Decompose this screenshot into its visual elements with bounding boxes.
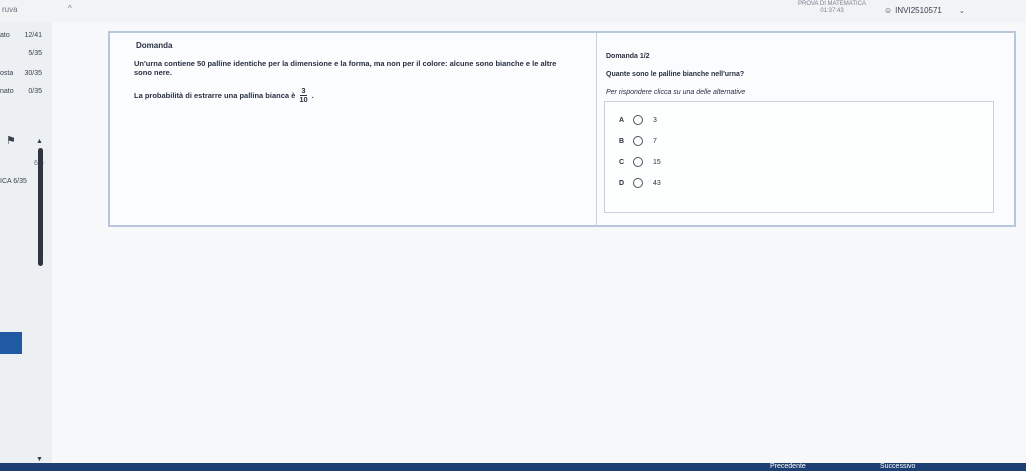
question-card: Domanda Un'urna contiene 50 palline iden… xyxy=(108,31,1016,227)
collapse-chevron-icon[interactable]: ^ xyxy=(68,4,72,13)
flag-icon[interactable]: ⚑ xyxy=(6,134,16,147)
radio-button[interactable] xyxy=(633,178,643,188)
user-code: INVI2510571 xyxy=(895,6,942,15)
radio-button[interactable] xyxy=(633,136,643,146)
sidebar-row-value: 12/41 xyxy=(24,32,42,39)
scroll-down-icon[interactable]: ▼ xyxy=(36,456,43,463)
main-area: Domanda Un'urna contiene 50 palline iden… xyxy=(52,22,1026,463)
question-counter: Domanda 1/2 xyxy=(606,53,650,60)
answer-hint: Per rispondere clicca su una delle alter… xyxy=(606,89,746,96)
next-button[interactable]: Successivo xyxy=(880,463,915,471)
fraction-denominator: 10 xyxy=(299,95,308,104)
option-value: 3 xyxy=(653,116,657,124)
sidebar-row-label: nato xyxy=(0,88,14,95)
option-value: 7 xyxy=(653,137,657,145)
chevron-down-icon[interactable]: ⌄ xyxy=(959,7,965,15)
options-list: A 3 B 7 C 15 D 43 xyxy=(604,101,994,213)
option-a[interactable]: A 3 xyxy=(619,112,657,128)
radio-button[interactable] xyxy=(633,115,643,125)
radio-button[interactable] xyxy=(633,157,643,167)
option-letter: D xyxy=(619,179,625,187)
active-indicator xyxy=(0,332,22,354)
exam-title: PROVA DI MATEMATICA xyxy=(797,1,866,7)
option-letter: A xyxy=(619,116,625,124)
sidebar-row-label: osta xyxy=(0,70,14,77)
sidebar: ato 12/41 5/35 osta 30/35 nato 0/35 ⚑ ▲ … xyxy=(0,22,53,463)
sidebar-row-value: 0/35 xyxy=(28,88,42,95)
option-b[interactable]: B 7 xyxy=(619,133,657,149)
question-panel: Domanda Un'urna contiene 50 palline iden… xyxy=(110,33,597,225)
exam-header: PROVA DI MATEMATICA 01:37:43 xyxy=(772,1,892,15)
sidebar-row-value: 5/35 xyxy=(28,50,42,57)
scroll-up-icon[interactable]: ▲ xyxy=(36,138,43,145)
probability-text: La probabilità di estrarre una pallina b… xyxy=(134,91,296,100)
option-d[interactable]: D 43 xyxy=(619,175,661,191)
option-c[interactable]: C 15 xyxy=(619,154,661,170)
sidebar-row-value: 30/35 xyxy=(24,70,42,77)
top-bar: ruva ^ PROVA DI MATEMATICA 01:37:43 ☺ IN… xyxy=(0,0,1026,23)
sidebar-section-label: ICA 6/35 xyxy=(0,178,27,185)
sentence-period: . xyxy=(311,91,314,100)
option-value: 15 xyxy=(653,158,661,166)
question-prompt: Quante sono le palline bianche nell'urna… xyxy=(606,71,745,78)
option-value: 43 xyxy=(653,179,661,187)
probability-fraction: 3 10 xyxy=(299,87,307,104)
answer-panel: Domanda 1/2 Quante sono le palline bianc… xyxy=(598,33,1012,225)
user-icon: ☺ xyxy=(884,6,893,15)
bottom-toolbar: Precedente Successivo xyxy=(0,463,1026,471)
question-text: Un'urna contiene 50 palline identiche pe… xyxy=(134,59,557,77)
sidebar-row-label: ato xyxy=(0,32,10,39)
module-title: ruva xyxy=(2,5,18,14)
timer: 01:37:43 xyxy=(820,8,844,14)
prev-button[interactable]: Precedente xyxy=(770,463,806,471)
scrollbar-thumb[interactable] xyxy=(38,148,43,266)
option-letter: C xyxy=(619,158,625,166)
probability-line: La probabilità di estrarre una pallina b… xyxy=(134,87,314,104)
question-header: Domanda xyxy=(136,41,173,50)
option-letter: B xyxy=(619,137,625,145)
user-menu[interactable]: ☺ INVI2510571 ⌄ xyxy=(884,6,965,15)
